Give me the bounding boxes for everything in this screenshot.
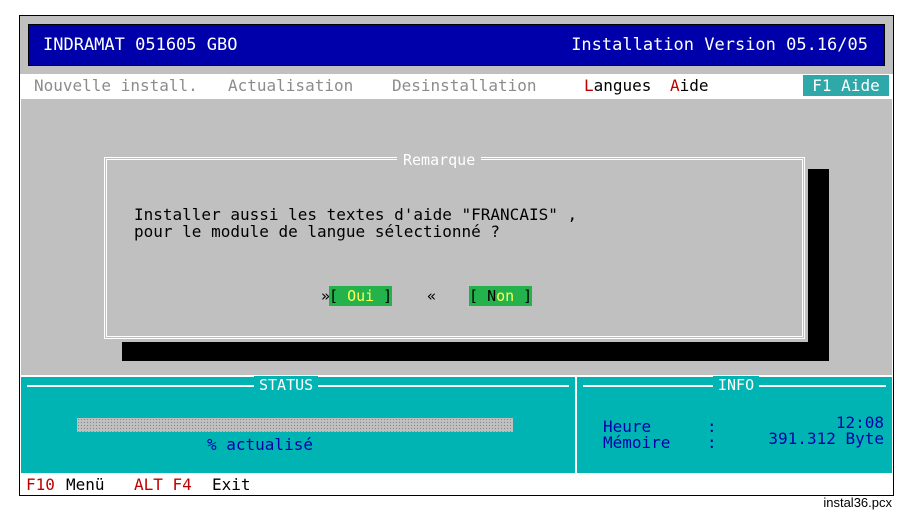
menu-item-desinstallation: Desinstallation bbox=[392, 76, 537, 95]
info-separator: : bbox=[707, 433, 717, 452]
menu-key-label[interactable]: Menü bbox=[66, 474, 105, 495]
dialog-title: Remarque bbox=[397, 151, 482, 169]
button-label: Oui bbox=[347, 287, 375, 305]
menu-item-langues[interactable]: Langues bbox=[584, 76, 651, 95]
memory-value: 391.312 Byte bbox=[768, 429, 884, 448]
info-title: INFO bbox=[713, 376, 760, 394]
menu-bar: Nouvelle install. Actualisation Desinsta… bbox=[20, 74, 893, 98]
menu-item-actualisation: Actualisation bbox=[228, 76, 354, 95]
exit-key-label[interactable]: Exit bbox=[212, 474, 251, 495]
info-panel: INFO Heure : 12:08 Mémoire : 391.312 Byt… bbox=[576, 376, 893, 474]
info-label-heure: Heure bbox=[603, 417, 652, 436]
hotkey-letter: L bbox=[584, 76, 594, 95]
hotkey-letter: A bbox=[670, 76, 680, 95]
exit-key: ALT F4 bbox=[134, 475, 192, 494]
info-separator: : bbox=[707, 417, 717, 436]
time-value: 12:08 bbox=[835, 413, 884, 432]
dialog-border bbox=[104, 157, 805, 339]
product-title: INDRAMAT 051605 GBO bbox=[43, 35, 238, 55]
help-key-button[interactable]: F1 Aide bbox=[803, 75, 889, 96]
menu-item-aide[interactable]: Aide bbox=[670, 76, 709, 95]
button-bracket: [ bbox=[469, 287, 488, 305]
info-label-memoire: Mémoire bbox=[603, 433, 671, 452]
button-bracket: ] bbox=[514, 287, 533, 305]
button-label: on bbox=[496, 287, 515, 305]
figure-caption: instal36.pcx bbox=[823, 495, 892, 510]
status-title: STATUS bbox=[254, 376, 319, 394]
yes-button[interactable]: [ Oui ] bbox=[329, 286, 393, 306]
progress-text: % actualisé bbox=[207, 435, 313, 454]
dialog-message: Installer aussi les textes d'aide "FRANC… bbox=[134, 206, 577, 240]
menu-key: F10 bbox=[26, 475, 55, 494]
title-bar: INDRAMAT 051605 GBO Installation Version… bbox=[28, 24, 885, 66]
dialog-shadow bbox=[122, 341, 829, 361]
progress-bar bbox=[77, 418, 513, 432]
menu-item-label: ide bbox=[679, 76, 709, 95]
status-panel: STATUS % actualisé bbox=[20, 376, 576, 474]
dialog-shadow bbox=[807, 169, 829, 359]
version-title: Installation Version 05.16/05 bbox=[571, 35, 868, 55]
app-window: INDRAMAT 051605 GBO Installation Version… bbox=[19, 15, 894, 496]
no-button[interactable]: [ Non ] bbox=[469, 286, 533, 306]
button-bracket: [ bbox=[329, 287, 348, 305]
hotkey-letter: N bbox=[487, 287, 497, 305]
menu-item-label: angues bbox=[593, 76, 652, 95]
button-bracket: ] bbox=[374, 287, 393, 305]
key-hint-bar: F10 Menü ALT F4 Exit bbox=[20, 474, 893, 495]
confirm-dialog: Remarque Installer aussi les textes d'ai… bbox=[101, 151, 808, 342]
focus-marker-right: « bbox=[427, 287, 437, 305]
message-line: pour le module de langue sélectionné ? bbox=[134, 222, 501, 241]
menu-item-nouvelle-install: Nouvelle install. bbox=[34, 76, 198, 95]
